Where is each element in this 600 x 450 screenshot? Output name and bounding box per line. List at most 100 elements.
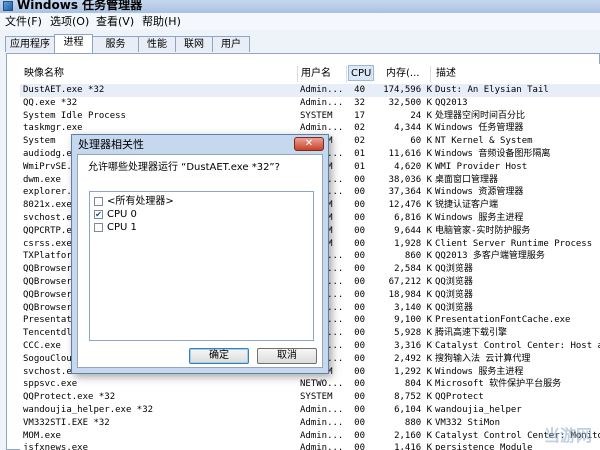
tab-networking[interactable]: 联网: [175, 36, 213, 52]
process-cpu: 00: [354, 264, 365, 275]
tab-processes[interactable]: 进程: [54, 34, 93, 53]
process-user: Admin...: [300, 417, 344, 428]
process-user: SYSTEM: [300, 392, 333, 403]
process-cpu: 00: [354, 212, 365, 223]
table-row[interactable]: MOM.exe Admin... 00 2,160 K Catalyst Control…: [20, 430, 600, 443]
checkbox[interactable]: [94, 223, 103, 232]
process-cpu: 00: [354, 315, 365, 326]
menu-file[interactable]: 文件(F): [5, 14, 42, 29]
menu-view[interactable]: 查看(V): [96, 14, 134, 29]
table-row[interactable]: QQ.exe *32 Admin... 32 32,500 K QQ2013: [20, 97, 600, 110]
process-cpu: 00: [354, 417, 365, 428]
process-cpu: 00: [354, 353, 365, 364]
dialog-question: 允许哪些处理器运行 “DustAET.exe *32”?: [88, 162, 280, 173]
process-cpu: 00: [354, 174, 365, 185]
process-cpu: 01: [354, 148, 365, 159]
process-memory: 60 K: [410, 136, 432, 147]
process-memory: 4,620 K: [394, 161, 432, 172]
column-header-row: 映像名称 用户名 CPU 内存(... 描述: [20, 64, 600, 85]
process-name: wandoujia_helper.exe *32: [23, 404, 154, 415]
checkbox[interactable]: [94, 197, 103, 206]
process-memory: 6,104 K: [394, 404, 432, 415]
process-description: Dust: An Elysian Tail: [435, 85, 549, 95]
process-user: SYSTEM: [300, 110, 333, 121]
process-description: Windows 服务主进程: [435, 366, 524, 377]
menu-bar: 文件(F) 选项(O) 查看(V) 帮助(H): [0, 13, 600, 31]
column-header-description[interactable]: 描述: [436, 67, 456, 81]
process-description: 锐捷认证客户端: [435, 200, 499, 211]
process-memory: 6,816 K: [394, 212, 432, 223]
process-description: 电脑管家-实时防护服务: [435, 225, 531, 236]
process-memory: 8,752 K: [394, 392, 432, 403]
tab-users[interactable]: 用户: [212, 36, 250, 52]
table-row[interactable]: wandoujia_helper.exe *32 Admin... 00 6,104 …: [20, 404, 600, 417]
process-description: QQ浏览器: [435, 276, 473, 287]
process-memory: 4,344 K: [394, 123, 432, 134]
process-cpu: 00: [354, 289, 365, 300]
process-cpu: 40: [354, 85, 365, 95]
tab-services[interactable]: 服务: [92, 36, 139, 52]
process-memory: 880 K: [404, 417, 432, 428]
process-description: Catalyst Control Center: Host appli: [435, 340, 600, 351]
process-cpu: 00: [354, 379, 365, 390]
column-header-user[interactable]: 用户名: [301, 67, 331, 81]
cancel-button[interactable]: 取消: [257, 348, 317, 364]
process-user: Admin...: [300, 430, 344, 441]
process-memory: 2,492 K: [394, 353, 432, 364]
option-label: <所有处理器>: [107, 196, 174, 207]
process-description: Client Server Runtime Process: [435, 238, 593, 249]
process-cpu: 00: [354, 302, 365, 313]
process-cpu: 00: [354, 276, 365, 287]
process-description: Microsoft 软件保护平台服务: [435, 379, 562, 390]
process-memory: 860 K: [404, 251, 432, 262]
process-user: Admin...: [300, 404, 344, 415]
process-description: Windows 任务管理器: [435, 123, 524, 134]
column-divider[interactable]: [346, 66, 347, 82]
ok-button[interactable]: 确定: [189, 348, 249, 364]
process-description: QQProtect: [435, 392, 484, 403]
process-memory: 3,140 K: [394, 302, 432, 313]
process-memory: 1,928 K: [394, 238, 432, 249]
menu-options[interactable]: 选项(O): [50, 14, 89, 29]
process-name: DustAET.exe *32: [23, 85, 105, 95]
process-memory: 2,584 K: [394, 264, 432, 275]
checkbox[interactable]: ✔: [94, 210, 103, 219]
process-memory: 18,984 K: [388, 289, 432, 300]
process-name: MOM.exe: [23, 430, 61, 441]
process-user: Admin...: [300, 85, 344, 95]
process-cpu: 00: [354, 366, 365, 377]
process-memory: 12,476 K: [388, 200, 432, 211]
table-row[interactable]: VM332STI.EXE *32 Admin... 00 880 K VM332 Sti…: [20, 417, 600, 430]
table-row[interactable]: jsfxnews.exe Admin... 00 1,416 Kpersistence…: [20, 442, 600, 450]
column-divider[interactable]: [297, 66, 298, 82]
process-memory: 67,212 K: [388, 276, 432, 287]
table-row[interactable]: System Idle Process SYSTEM 17 24 K 处理器空闲时间百分…: [20, 110, 600, 123]
process-memory: 38,036 K: [388, 174, 432, 185]
process-description: 腾讯高速下载引擎: [435, 328, 508, 339]
process-cpu: 00: [354, 392, 365, 403]
process-description: QQ浏览器: [435, 302, 473, 313]
column-header-memory[interactable]: 内存(...: [386, 67, 419, 81]
table-row[interactable]: sppsvc.exe NETWO... 00 804 K Microsoft 软件保护平…: [20, 378, 600, 391]
process-description: 搜狗输入法 云计算代理: [435, 353, 531, 364]
process-cpu: 00: [354, 238, 365, 249]
table-row[interactable]: DustAET.exe *32 Admin... 40 174,596 K Dust: …: [20, 84, 600, 97]
table-row[interactable]: QQProtect.exe *32 SYSTEM 00 8,752 K QQProtec…: [20, 391, 600, 404]
process-cpu: 01: [354, 161, 365, 172]
process-user: Admin...: [300, 443, 344, 450]
process-cpu: 32: [354, 97, 365, 108]
title-bar[interactable]: Windows 任务管理器: [0, 0, 600, 13]
tab-performance[interactable]: 性能: [138, 36, 176, 52]
column-divider[interactable]: [430, 66, 431, 82]
process-description: Windows 服务主进程: [435, 212, 524, 223]
column-divider[interactable]: [371, 66, 372, 82]
menu-help[interactable]: 帮助(H): [142, 14, 181, 29]
process-cpu: 02: [354, 136, 365, 147]
close-icon[interactable]: ✕: [294, 137, 324, 151]
process-description: QQ2013: [435, 97, 468, 108]
tab-applications[interactable]: 应用程序: [5, 36, 55, 52]
processor-list: <所有处理器> ✔ CPU 0 CPU 1: [89, 191, 314, 341]
column-header-image-name[interactable]: 映像名称: [24, 67, 64, 81]
process-memory: 32,500 K: [388, 97, 432, 108]
process-description: PresentationFontCache.exe: [435, 315, 571, 326]
